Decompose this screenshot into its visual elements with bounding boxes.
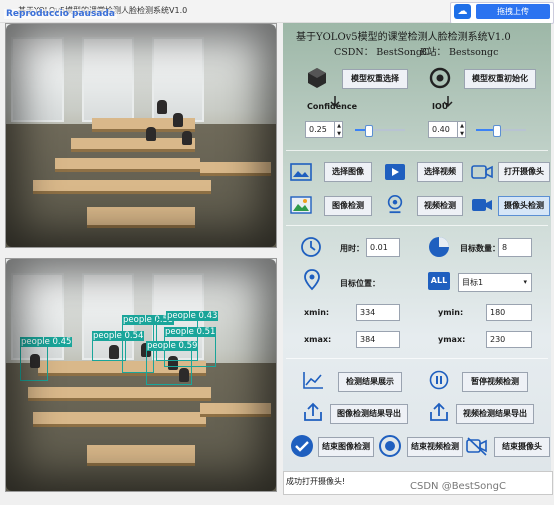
export-image-results-button[interactable]: 图像检测结果导出 (330, 404, 408, 424)
stop-camera-button[interactable]: 结束摄像头 (494, 437, 550, 457)
stop-video-detect-button[interactable]: 结束视频检测 (407, 437, 463, 457)
watermark: CSDN @BestSongC (410, 481, 506, 492)
cloud-upload-icon[interactable]: ☁ (454, 4, 471, 19)
elapsed-time-label: 用时： (340, 244, 364, 253)
bilibili-credit: B站： Bestsongc (420, 47, 499, 58)
csdn-credit: CSDN： BestSongC (334, 47, 430, 58)
ymax-field[interactable]: 230 (486, 331, 532, 348)
divider (286, 150, 548, 151)
select-model-weights-button[interactable]: 模型权重选择 (342, 69, 408, 89)
export-video-results-button[interactable]: 视频检测结果导出 (456, 404, 534, 424)
cube-icon (308, 68, 326, 88)
location-icon (304, 269, 320, 291)
line-chart-icon (303, 372, 323, 389)
divider (286, 358, 548, 359)
image-select-icon (290, 163, 312, 181)
xmin-field[interactable]: 334 (356, 304, 400, 321)
clock-icon (301, 237, 321, 257)
status-message: 成功打开摄像头! (286, 477, 346, 486)
init-model-weights-button[interactable]: 模型权重初始化 (464, 69, 536, 89)
check-icon (291, 435, 313, 457)
video-detect-button[interactable]: 视频检测 (417, 196, 463, 216)
detection-video-view: people 0.45 people 0.55 people 0.43 peop… (5, 258, 277, 492)
show-results-button[interactable]: 检测结果展示 (338, 372, 402, 392)
export-video-icon (430, 402, 448, 421)
select-image-button[interactable]: 选择图像 (324, 162, 372, 182)
ymin-field[interactable]: 180 (486, 304, 532, 321)
iou-slider-handle[interactable] (493, 125, 501, 137)
app-heading: 基于YOLOv5模型的课堂检测人脸检测系统V1.0 (296, 32, 511, 43)
all-targets-icon: ALL (428, 272, 450, 290)
iou-stepper[interactable]: ▲ ▼ (457, 122, 466, 138)
confidence-slider-handle[interactable] (364, 125, 373, 137)
webcam-icon (387, 195, 403, 214)
xmin-label: xmin: (304, 308, 330, 317)
playback-overlay: Reproduccio pausada (4, 9, 117, 19)
video-camera-icon (472, 199, 492, 211)
confidence-stepper[interactable]: ▲ ▼ (334, 122, 343, 138)
pie-chart-icon (429, 237, 449, 257)
xmax-label: xmax: (304, 335, 332, 344)
target-count-field[interactable]: 8 (498, 238, 532, 257)
video-select-icon (385, 164, 405, 180)
camera-detect-button[interactable]: 摄像头检测 (498, 196, 550, 216)
divider (286, 225, 548, 226)
iou-arrow-icon (443, 96, 453, 108)
target-position-label: 目标位置： (340, 279, 380, 288)
export-image-icon (304, 402, 322, 421)
pause-icon (429, 370, 449, 390)
target-select-value: 目标1 (462, 278, 484, 287)
source-video-view (5, 23, 277, 248)
pause-video-detect-button[interactable]: 暂停视频检测 (462, 372, 528, 392)
ymax-label: ymax: (438, 335, 466, 344)
settings-icon (429, 67, 451, 89)
stop-image-detect-button[interactable]: 结束图像检测 (318, 437, 374, 457)
camera-off-icon (466, 437, 487, 456)
xmax-field[interactable]: 384 (356, 331, 400, 348)
open-camera-button[interactable]: 打开摄像头 (498, 162, 550, 182)
camera-open-icon (471, 165, 493, 179)
image-detect-button[interactable]: 图像检测 (324, 196, 372, 216)
drag-upload-button[interactable]: 拖拽上传 (476, 4, 550, 19)
image-detect-icon (290, 196, 312, 214)
ymin-label: ymin: (438, 308, 464, 317)
chevron-down-icon: ▾ (523, 278, 527, 286)
stop-record-icon (379, 435, 401, 457)
target-select-dropdown[interactable]: 目标1 ▾ (458, 273, 532, 292)
target-count-label: 目标数量： (460, 244, 500, 253)
elapsed-time-field[interactable]: 0.01 (366, 238, 400, 257)
select-video-button[interactable]: 选择视频 (417, 162, 463, 182)
confidence-arrow-icon (330, 96, 340, 108)
